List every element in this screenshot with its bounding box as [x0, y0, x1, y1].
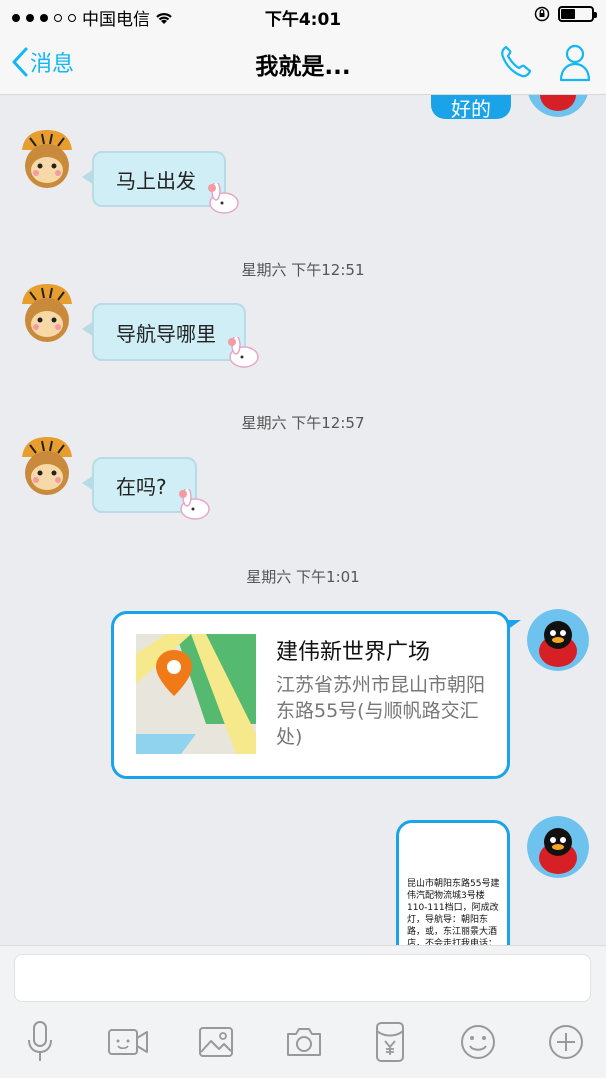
rotation-lock-icon	[534, 6, 550, 22]
input-bar	[0, 945, 606, 1078]
location-name: 建伟新世界广场	[276, 640, 431, 665]
image-caption-text: 昆山市朝阳东路55号建伟汽配物流城3号楼110-111档口，阿成改灯，导航导：朝…	[407, 879, 500, 945]
timestamp: 星期六 下午12:57	[241, 414, 365, 432]
incoming-message-bubble[interactable]: 在吗?	[82, 457, 210, 520]
avatar-penguin-icon[interactable]	[527, 95, 589, 117]
timestamp: 星期六 下午1:01	[246, 568, 360, 586]
nav-actions	[498, 42, 592, 82]
message-text: 好的	[451, 97, 491, 121]
status-right	[534, 6, 597, 22]
image-message-card[interactable]: 昆山市朝阳东路55号建伟汽配物流城3号楼110-111档口，阿成改灯，导航导：朝…	[396, 820, 510, 945]
status-time: 下午4:01	[264, 10, 342, 30]
plus-icon[interactable]	[542, 1018, 590, 1066]
avatar-monkey-tiger-icon[interactable]	[16, 282, 78, 344]
map-thumbnail-icon	[136, 634, 256, 754]
bunny-sticker-icon	[178, 489, 210, 520]
location-message-card[interactable]: 建伟新世界广场 江苏省苏州市昆山市朝阳东路55号(与顺帆路交汇处)	[111, 611, 521, 779]
image-icon[interactable]	[192, 1018, 240, 1066]
message-text: 导航导哪里	[116, 321, 216, 346]
nav-bar: 消息 我就是...	[0, 32, 606, 95]
incoming-message-bubble[interactable]: 导航导哪里	[82, 303, 259, 368]
red-packet-icon[interactable]	[366, 1018, 414, 1066]
input-toolbar	[0, 1018, 606, 1068]
bunny-sticker-icon	[208, 183, 239, 214]
battery-icon	[558, 6, 597, 22]
microphone-icon[interactable]	[16, 1018, 64, 1066]
location-address: 江苏省苏州市昆山市朝阳东路55号(与顺帆路交汇处)	[276, 674, 486, 748]
status-bar: 中国电信 下午4:01	[0, 0, 606, 32]
phone-call-icon[interactable]	[498, 42, 532, 80]
emoji-icon[interactable]	[454, 1018, 502, 1066]
avatar-monkey-tiger-icon[interactable]	[16, 435, 78, 497]
bunny-sticker-icon	[228, 337, 259, 368]
incoming-message-bubble[interactable]: 马上出发	[82, 151, 239, 214]
avatar-penguin-icon[interactable]	[527, 609, 589, 671]
avatar-monkey-tiger-icon[interactable]	[16, 128, 78, 190]
timestamp: 星期六 下午12:51	[241, 261, 365, 279]
outgoing-message-bubble[interactable]: 好的	[431, 95, 511, 121]
message-input[interactable]	[14, 954, 591, 1002]
avatar-penguin-icon[interactable]	[527, 816, 589, 878]
camera-icon[interactable]	[280, 1018, 328, 1066]
video-icon[interactable]	[104, 1018, 152, 1066]
profile-icon[interactable]	[558, 42, 592, 82]
chat-area[interactable]: 好的 马上出发 星期六 下午12:51 导航导哪里 星期六 下午12:57 在吗…	[0, 95, 606, 945]
message-text: 马上出发	[116, 168, 196, 193]
message-text: 在吗?	[116, 474, 167, 499]
